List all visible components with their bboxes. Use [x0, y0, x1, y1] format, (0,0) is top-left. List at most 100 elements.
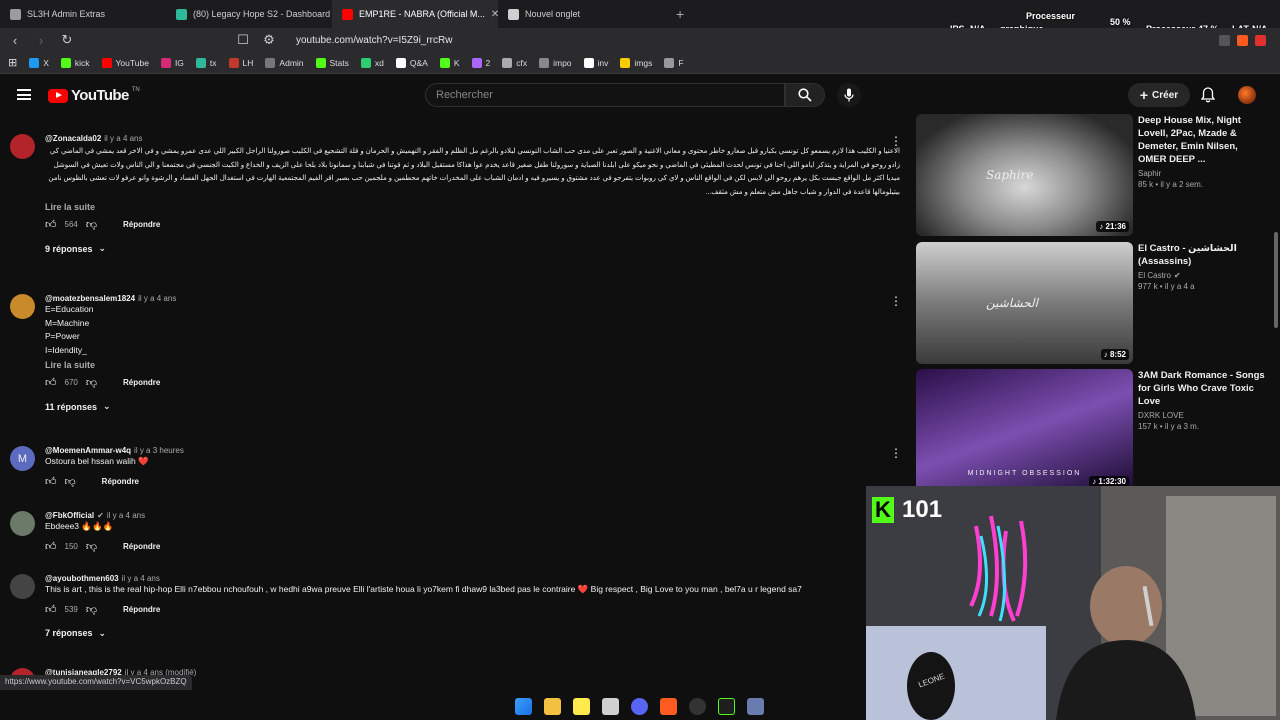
- bookmark-item[interactable]: tx: [195, 57, 217, 68]
- bookmark-item[interactable]: 2: [471, 57, 490, 68]
- bookmark-item[interactable]: F: [664, 57, 684, 68]
- brave-browser-icon[interactable]: [660, 698, 677, 715]
- bookmark-item[interactable]: impo: [539, 57, 572, 68]
- bookmark-item[interactable]: X: [29, 57, 49, 68]
- reply-button[interactable]: Répondre: [123, 542, 160, 551]
- bookmark-item[interactable]: IG: [160, 57, 184, 68]
- bookmark-item[interactable]: Admin: [265, 57, 304, 68]
- comment-avatar[interactable]: M: [10, 446, 35, 471]
- channel-name[interactable]: El Castro: [1138, 271, 1171, 280]
- browser-tab[interactable]: (80) Legacy Hope S2 - Dashboard: [166, 0, 332, 28]
- browser-tab[interactable]: SL3H Admin Extras: [0, 0, 166, 28]
- bookmark-item[interactable]: inv: [583, 57, 608, 68]
- reply-button[interactable]: Répondre: [102, 477, 139, 486]
- bookmark-item[interactable]: xd: [360, 57, 384, 68]
- comment-author[interactable]: @MoemenAmmar-w4q: [45, 446, 131, 455]
- reply-button[interactable]: Répondre: [123, 378, 160, 387]
- recommended-video[interactable]: الحشاشين ♪ 8:52 El Castro - الحشاشين (Assa…: [916, 242, 1271, 364]
- comment-avatar[interactable]: [10, 294, 35, 319]
- notifications-bell-icon[interactable]: [1200, 87, 1216, 106]
- youtube-logo[interactable]: YouTube TN: [48, 87, 140, 104]
- back-icon[interactable]: ‹: [8, 33, 22, 48]
- bookmark-item[interactable]: LH: [228, 57, 253, 68]
- comment-author[interactable]: @ayoubothmen603: [45, 574, 119, 583]
- like-icon[interactable]: 👍︎: [45, 603, 57, 616]
- bookmark-item[interactable]: cfx: [502, 57, 527, 68]
- browser-tab[interactable]: EMP1RE - NABRA (Official M... ✕: [332, 0, 498, 28]
- comment-time[interactable]: il y a 4 ans: [104, 134, 142, 143]
- view-replies-button[interactable]: 7 réponses ⌄: [45, 628, 900, 639]
- dislike-icon[interactable]: 👎︎: [86, 603, 97, 616]
- comment-menu-icon[interactable]: ⋮: [890, 294, 902, 308]
- video-title[interactable]: El Castro - الحشاشين (Assassins): [1138, 242, 1266, 268]
- video-title[interactable]: Deep House Mix, Night Lovell, 2Pac, Mzad…: [1138, 114, 1266, 166]
- like-icon[interactable]: 👍︎: [45, 475, 57, 488]
- view-replies-button[interactable]: 11 réponses ⌄: [45, 401, 900, 412]
- bookmark-item[interactable]: K: [439, 57, 460, 68]
- reload-icon[interactable]: ↻: [60, 32, 74, 48]
- comment-avatar[interactable]: [10, 511, 35, 536]
- channel-name[interactable]: Saphir: [1138, 169, 1161, 178]
- search-input[interactable]: Rechercher: [425, 83, 785, 107]
- view-replies-button[interactable]: 9 réponses ⌄: [45, 243, 900, 254]
- video-thumbnail[interactable]: الحشاشين ♪ 8:52: [916, 242, 1133, 364]
- obs-icon[interactable]: [747, 698, 764, 715]
- comment-avatar[interactable]: [10, 134, 35, 159]
- comment-menu-icon[interactable]: ⋮: [890, 134, 902, 148]
- reply-button[interactable]: Répondre: [123, 605, 160, 614]
- hamburger-menu-icon[interactable]: [17, 89, 31, 100]
- windows-start-icon[interactable]: [515, 698, 532, 715]
- recommended-video[interactable]: Saphire ♪ 21:36 Deep House Mix, Night Love…: [916, 114, 1271, 236]
- search-button[interactable]: [785, 83, 825, 107]
- discord-icon[interactable]: [631, 698, 648, 715]
- read-more-link[interactable]: Lire la suite: [45, 360, 900, 370]
- comment-time[interactable]: il y a 4 ans: [138, 294, 176, 303]
- comment-author[interactable]: @FbkOfficial: [45, 511, 94, 520]
- video-title[interactable]: 3AM Dark Romance - Songs for Girls Who C…: [1138, 369, 1266, 408]
- brave-shield-icon[interactable]: [1237, 34, 1248, 46]
- dislike-icon[interactable]: 👎︎: [86, 376, 97, 389]
- dislike-icon[interactable]: 👎︎: [86, 540, 97, 553]
- recommended-video[interactable]: MIDNIGHT OBSESSION ♪ 1:32:30 3AM Dark Roma…: [916, 369, 1271, 491]
- steam-icon[interactable]: [689, 698, 706, 715]
- file-explorer-icon[interactable]: [544, 698, 561, 715]
- channel-name[interactable]: DXRK LOVE: [1138, 411, 1184, 420]
- like-icon[interactable]: 👍︎: [45, 540, 57, 553]
- video-thumbnail[interactable]: Saphire ♪ 21:36: [916, 114, 1133, 236]
- bookmark-icon[interactable]: ☐: [236, 32, 250, 48]
- bookmark-item[interactable]: YouTube: [101, 57, 149, 68]
- create-button[interactable]: + Créer: [1128, 83, 1190, 107]
- bookmark-item[interactable]: kick: [60, 57, 90, 68]
- voice-search-button[interactable]: [837, 83, 861, 107]
- comment-time[interactable]: il y a 4 ans: [107, 511, 145, 520]
- bookmark-item[interactable]: Q&A: [395, 57, 428, 68]
- video-thumbnail[interactable]: MIDNIGHT OBSESSION ♪ 1:32:30: [916, 369, 1133, 491]
- terminal-icon[interactable]: [718, 698, 735, 715]
- brave-rewards-icon[interactable]: [1255, 34, 1266, 46]
- app-icon[interactable]: [602, 698, 619, 715]
- comment-author[interactable]: @Zonacalda02: [45, 134, 101, 143]
- reply-button[interactable]: Répondre: [123, 220, 160, 229]
- apps-icon[interactable]: ⊞: [8, 56, 17, 69]
- new-tab-button[interactable]: +: [664, 6, 696, 22]
- url-field[interactable]: youtube.com/watch?v=I5Z9i_rrcRw: [296, 35, 452, 46]
- cast-icon[interactable]: [1219, 34, 1230, 46]
- forward-icon[interactable]: ›: [34, 33, 48, 48]
- read-more-link[interactable]: Lire la suite: [45, 202, 900, 212]
- notes-icon[interactable]: [573, 698, 590, 715]
- bookmark-item[interactable]: Stats: [315, 57, 349, 68]
- page-scrollbar[interactable]: [1274, 232, 1278, 328]
- site-info-icon[interactable]: ⚙: [262, 32, 276, 48]
- comment-author[interactable]: @moatezbensalem1824: [45, 294, 135, 303]
- dislike-icon[interactable]: 👎︎: [65, 475, 76, 488]
- bookmark-item[interactable]: imgs: [620, 57, 652, 68]
- tab-close-icon[interactable]: ✕: [491, 9, 498, 20]
- comment-time[interactable]: il y a 4 ans: [122, 574, 160, 583]
- comment-menu-icon[interactable]: ⋮: [890, 446, 902, 460]
- dislike-icon[interactable]: 👎︎: [86, 218, 97, 231]
- browser-tab[interactable]: Nouvel onglet: [498, 0, 664, 28]
- account-avatar[interactable]: [1238, 86, 1256, 104]
- comment-time[interactable]: il y a 3 heures: [134, 446, 184, 455]
- comment-avatar[interactable]: [10, 574, 35, 599]
- like-icon[interactable]: 👍︎: [45, 376, 57, 389]
